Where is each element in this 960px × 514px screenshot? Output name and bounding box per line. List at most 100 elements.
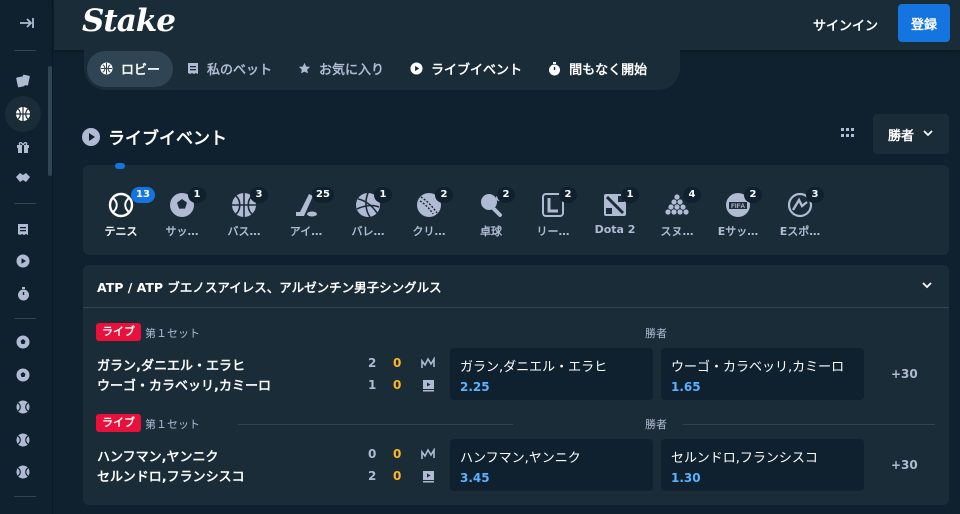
stake-logo[interactable]: Stake xyxy=(82,3,176,39)
rail-divider xyxy=(14,496,36,497)
rail-divider xyxy=(14,203,36,204)
tab-live-events[interactable]: ライブイベント xyxy=(397,51,535,87)
sport-soccer[interactable]: 1 サッ… xyxy=(152,187,212,239)
top-header: Stake サインイン 登録 xyxy=(54,0,960,50)
sport-cricket[interactable]: 2 クリ… xyxy=(399,187,459,239)
sponsorship-handshake-icon[interactable] xyxy=(9,164,37,192)
odds-outcome: ハンフマン,ヤンニク xyxy=(460,451,581,466)
odds-value: 2.25 xyxy=(460,380,490,394)
tournament-header[interactable]: ATP / ATP ブエノスアイレス、アルゼンチン男子シングルス xyxy=(83,265,949,308)
market-label: 勝者 xyxy=(645,327,667,340)
player-name[interactable]: ウーゴ・カラベッリ,カミーロ xyxy=(97,375,271,394)
set-score: 2 xyxy=(368,356,377,370)
star-icon xyxy=(298,62,311,75)
sport-league[interactable]: 2 リー… xyxy=(523,187,583,239)
sport-count-badge: 3 xyxy=(250,187,268,203)
chevron-down-icon[interactable] xyxy=(921,279,933,294)
odds-button[interactable]: ウーゴ・カラベッリ,カミーロ 1.65 xyxy=(661,348,864,400)
live-badge: ライブ xyxy=(96,323,141,341)
row-divider xyxy=(238,424,513,425)
sport-label: クリ… xyxy=(412,225,446,238)
register-button[interactable]: 登録 xyxy=(898,4,950,42)
player-name[interactable]: ガラン,ダニエル・エラヒ xyxy=(97,355,245,374)
sport-count-badge: 2 xyxy=(744,187,762,203)
sport-esports[interactable]: 3 Eスポ… xyxy=(770,187,830,239)
sport-count-badge: 1 xyxy=(188,187,206,203)
odds-button[interactable]: ガラン,ダニエル・エラヒ 2.25 xyxy=(450,348,653,400)
tab-starting-soon[interactable]: 間もなく開始 xyxy=(535,51,660,87)
casino-cards-icon[interactable] xyxy=(9,67,37,95)
section-title-text: ライブイベント xyxy=(108,129,227,149)
player-name[interactable]: ハンフマン,ヤンニク xyxy=(97,446,219,465)
tournament-panel: ATP / ATP ブエノスアイレス、アルゼンチン男子シングルス ライブ 第１セ… xyxy=(83,265,949,505)
odds-outcome: ガラン,ダニエル・エラヒ xyxy=(460,360,608,375)
soccer-icon[interactable] xyxy=(9,361,37,389)
tab-label: ライブイベント xyxy=(431,63,523,78)
odds-button[interactable]: ハンフマン,ヤンニク 3.45 xyxy=(450,439,653,491)
sport-label: テニス xyxy=(104,225,138,238)
tennis-icon[interactable] xyxy=(9,393,37,421)
rail-divider xyxy=(14,50,36,51)
stats-icon[interactable] xyxy=(421,447,435,461)
stats-icon[interactable] xyxy=(421,356,435,370)
sport-basketball[interactable]: 3 バス… xyxy=(214,187,274,239)
signin-link[interactable]: サインイン xyxy=(813,15,878,34)
soccer-icon[interactable] xyxy=(9,328,37,356)
sport-tennis[interactable]: 13 テニス xyxy=(91,187,155,239)
sport-dota2[interactable]: 1 Dota 2 xyxy=(585,187,645,236)
sport-label: アイ… xyxy=(289,225,323,238)
sport-count-badge: 2 xyxy=(435,187,453,203)
sports-ball-icon[interactable] xyxy=(5,96,41,132)
row-divider xyxy=(683,424,935,425)
my-bets-receipt-icon[interactable] xyxy=(9,215,37,243)
game-score: 0 xyxy=(393,447,402,461)
collapse-menu-icon[interactable] xyxy=(0,0,53,46)
live-stream-icon[interactable] xyxy=(421,378,435,392)
game-score: 0 xyxy=(393,469,402,483)
sport-snooker[interactable]: 4 スヌ… xyxy=(647,187,707,239)
sport-label: バレ… xyxy=(351,225,385,238)
sport-count-badge: 2 xyxy=(559,187,577,203)
stopwatch-icon xyxy=(548,61,561,75)
game-score: 0 xyxy=(393,378,402,392)
sport-label: バス… xyxy=(227,225,261,238)
live-play-icon[interactable] xyxy=(9,247,37,275)
grid-view-icon[interactable] xyxy=(834,120,860,146)
tab-label: 私のベット xyxy=(207,63,273,78)
tennis-icon[interactable] xyxy=(9,458,37,486)
more-markets-link[interactable]: +30 xyxy=(891,458,918,472)
rail-scrollbar[interactable] xyxy=(48,66,52,176)
sport-label: 卓球 xyxy=(480,225,502,238)
sport-ice-hockey[interactable]: 25 アイ… xyxy=(276,187,336,239)
set-score: 2 xyxy=(368,469,377,483)
tennis-icon[interactable] xyxy=(9,426,37,454)
sport-e-soccer[interactable]: FIFA 2 Eサッ… xyxy=(708,187,768,239)
player-name[interactable]: セルンドロ,フランシスコ xyxy=(97,466,245,485)
tab-label: ロビー xyxy=(121,63,161,78)
chevron-down-icon xyxy=(922,127,934,143)
odds-outcome: セルンドロ,フランシスコ xyxy=(671,451,818,466)
live-stream-icon[interactable] xyxy=(421,469,435,483)
market-dropdown-value: 勝者 xyxy=(888,128,915,144)
game-score: 0 xyxy=(393,356,402,370)
tab-lobby[interactable]: ロビー xyxy=(87,50,174,87)
tab-label: 間もなく開始 xyxy=(569,63,648,78)
promotions-gift-icon[interactable] xyxy=(9,133,37,161)
sport-table-tennis[interactable]: 2 卓球 xyxy=(461,187,521,239)
play-icon xyxy=(82,127,100,146)
sport-volleyball[interactable]: 1 バレ… xyxy=(338,187,398,239)
market-dropdown[interactable]: 勝者 xyxy=(873,114,949,154)
sport-count-badge: 4 xyxy=(683,187,701,203)
more-markets-link[interactable]: +30 xyxy=(891,367,918,381)
sport-count-badge: 1 xyxy=(374,187,392,203)
odds-value: 1.65 xyxy=(671,380,701,394)
tab-favourites[interactable]: お気に入り xyxy=(285,51,397,87)
tab-my-bets[interactable]: 私のベット xyxy=(173,51,285,87)
tab-label: お気に入り xyxy=(319,63,385,78)
odds-button[interactable]: セルンドロ,フランシスコ 1.30 xyxy=(661,439,864,491)
match-row: ライブ 第１セット 勝者 ガラン,ダニエル・エラヒ ウーゴ・カラベッリ,カミーロ… xyxy=(83,323,949,413)
basketball-icon xyxy=(100,62,113,75)
sport-count-badge: 25 xyxy=(312,187,334,203)
starting-soon-stopwatch-icon[interactable] xyxy=(9,280,37,308)
odds-value: 1.30 xyxy=(671,471,701,485)
